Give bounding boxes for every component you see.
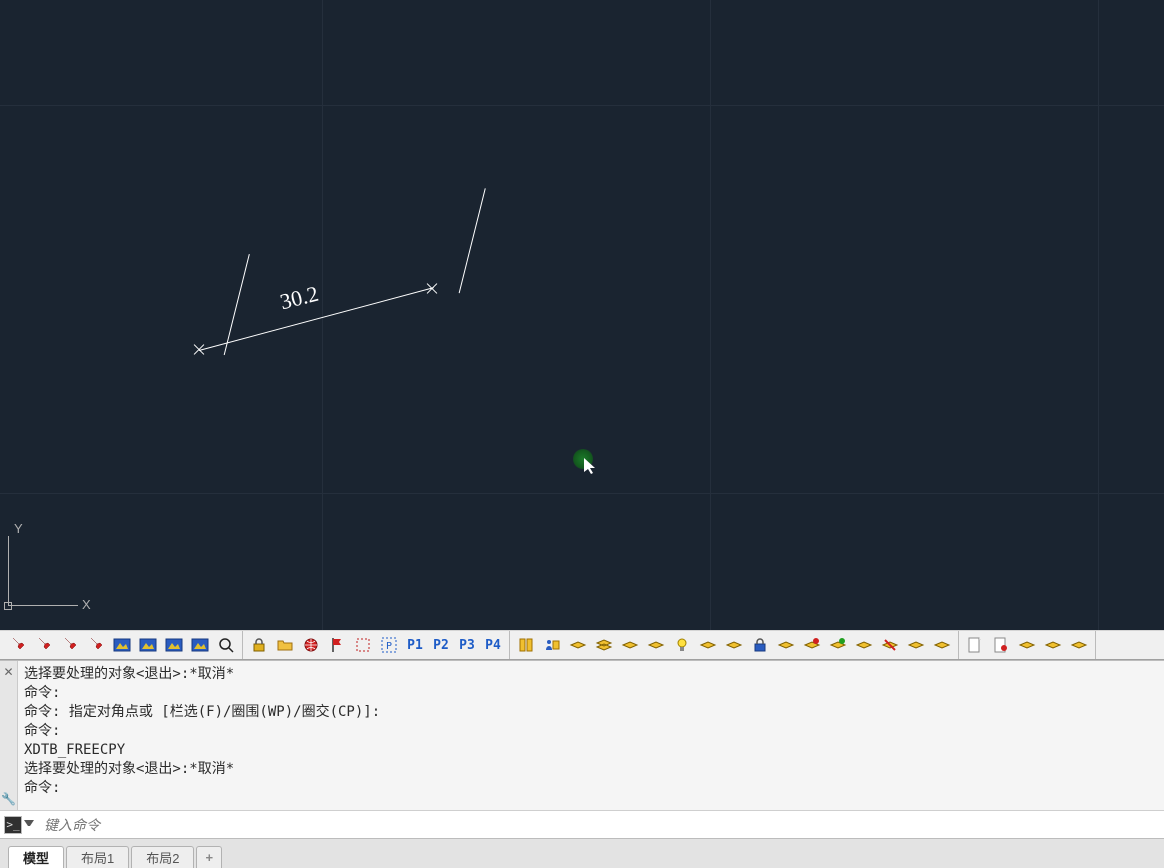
layer-b-icon[interactable] [592, 633, 616, 657]
pin-d-icon[interactable] [84, 633, 108, 657]
dimension-ext-right [459, 188, 486, 293]
command-panel: ✕ 🔧 选择要处理的对象<退出>:*取消* 命令: 命令: 指定对角点或 [栏选… [0, 660, 1164, 838]
pin-a-icon[interactable] [6, 633, 30, 657]
book-yellow-icon[interactable] [514, 633, 538, 657]
command-input[interactable] [34, 814, 1160, 836]
grid-line [322, 0, 323, 630]
person-book-icon[interactable] [540, 633, 564, 657]
ucs-x-label: X [82, 597, 91, 612]
picture-a-icon[interactable] [110, 633, 134, 657]
pin-b-icon[interactable] [32, 633, 56, 657]
layer-o-icon[interactable] [1067, 633, 1091, 657]
command-history-dropdown-icon[interactable] [24, 820, 34, 830]
tab-add[interactable]: + [196, 846, 222, 868]
mouse-cursor-icon [584, 458, 598, 474]
dimension-value: 30.2 [277, 281, 321, 316]
picture-d-icon[interactable] [188, 633, 212, 657]
layer-y-icon[interactable] [904, 633, 928, 657]
tab-label: 模型 [23, 848, 49, 867]
layer-z-icon[interactable] [930, 633, 954, 657]
grid-line [0, 105, 1164, 106]
lock-icon[interactable] [247, 633, 271, 657]
folder-open-icon[interactable] [273, 633, 297, 657]
tab-model[interactable]: 模型 [8, 846, 64, 868]
layer-x-icon[interactable] [878, 633, 902, 657]
wrench-icon[interactable]: 🔧 [1, 792, 16, 806]
layer-h-icon[interactable] [800, 633, 824, 657]
picture-c-icon[interactable] [162, 633, 186, 657]
picture-b-icon[interactable] [136, 633, 160, 657]
layer-f-icon[interactable] [722, 633, 746, 657]
layout-tabs: 模型 布局1 布局2 + [0, 838, 1164, 868]
globe-red-icon[interactable] [299, 633, 323, 657]
layer-m-icon[interactable] [1015, 633, 1039, 657]
ucs-icon: X Y [4, 510, 104, 610]
command-input-row: >_ [0, 810, 1164, 838]
page-a-icon[interactable] [963, 633, 987, 657]
tab-label: 布局2 [146, 848, 179, 867]
toolbar-group-3 [510, 631, 959, 659]
page-b-icon[interactable] [989, 633, 1013, 657]
p3-button[interactable]: P3 [455, 633, 479, 657]
lock-blue-icon[interactable] [748, 633, 772, 657]
grid-line [710, 0, 711, 630]
selection-p-icon[interactable]: P [377, 633, 401, 657]
ucs-y-label: Y [14, 521, 23, 536]
tab-layout1[interactable]: 布局1 [66, 846, 129, 868]
drawing-canvas[interactable]: 30.2 X Y [0, 0, 1164, 630]
bulb-icon[interactable] [670, 633, 694, 657]
layer-g-icon[interactable] [774, 633, 798, 657]
toolbar-group-1 [2, 631, 243, 659]
grid-line [0, 493, 1164, 494]
layer-i-icon[interactable] [826, 633, 850, 657]
layer-c-icon[interactable] [618, 633, 642, 657]
layer-j-icon[interactable] [852, 633, 876, 657]
close-icon[interactable]: ✕ [3, 665, 13, 679]
zoom-circle-icon[interactable] [214, 633, 238, 657]
toolbar-group-2: P P1 P2 P3 P4 [243, 631, 510, 659]
selection-dashed-icon[interactable] [351, 633, 375, 657]
grid-line [1098, 0, 1099, 630]
p4-button[interactable]: P4 [481, 633, 505, 657]
command-log: 选择要处理的对象<退出>:*取消* 命令: 命令: 指定对角点或 [栏选(F)/… [18, 661, 1164, 810]
toolbar: P P1 P2 P3 P4 [0, 630, 1164, 660]
toolbar-group-4 [959, 631, 1096, 659]
command-panel-gutter: ✕ 🔧 [0, 661, 18, 810]
layer-a-icon[interactable] [566, 633, 590, 657]
tab-layout2[interactable]: 布局2 [131, 846, 194, 868]
layer-n-icon[interactable] [1041, 633, 1065, 657]
tab-add-label: + [205, 850, 213, 865]
tab-label: 布局1 [81, 848, 114, 867]
layer-e-icon[interactable] [696, 633, 720, 657]
command-prompt-icon[interactable]: >_ [4, 816, 22, 834]
p2-button[interactable]: P2 [429, 633, 453, 657]
svg-text:P: P [386, 641, 392, 652]
flag-red-icon[interactable] [325, 633, 349, 657]
pin-c-icon[interactable] [58, 633, 82, 657]
layer-d-icon[interactable] [644, 633, 668, 657]
p1-button[interactable]: P1 [403, 633, 427, 657]
